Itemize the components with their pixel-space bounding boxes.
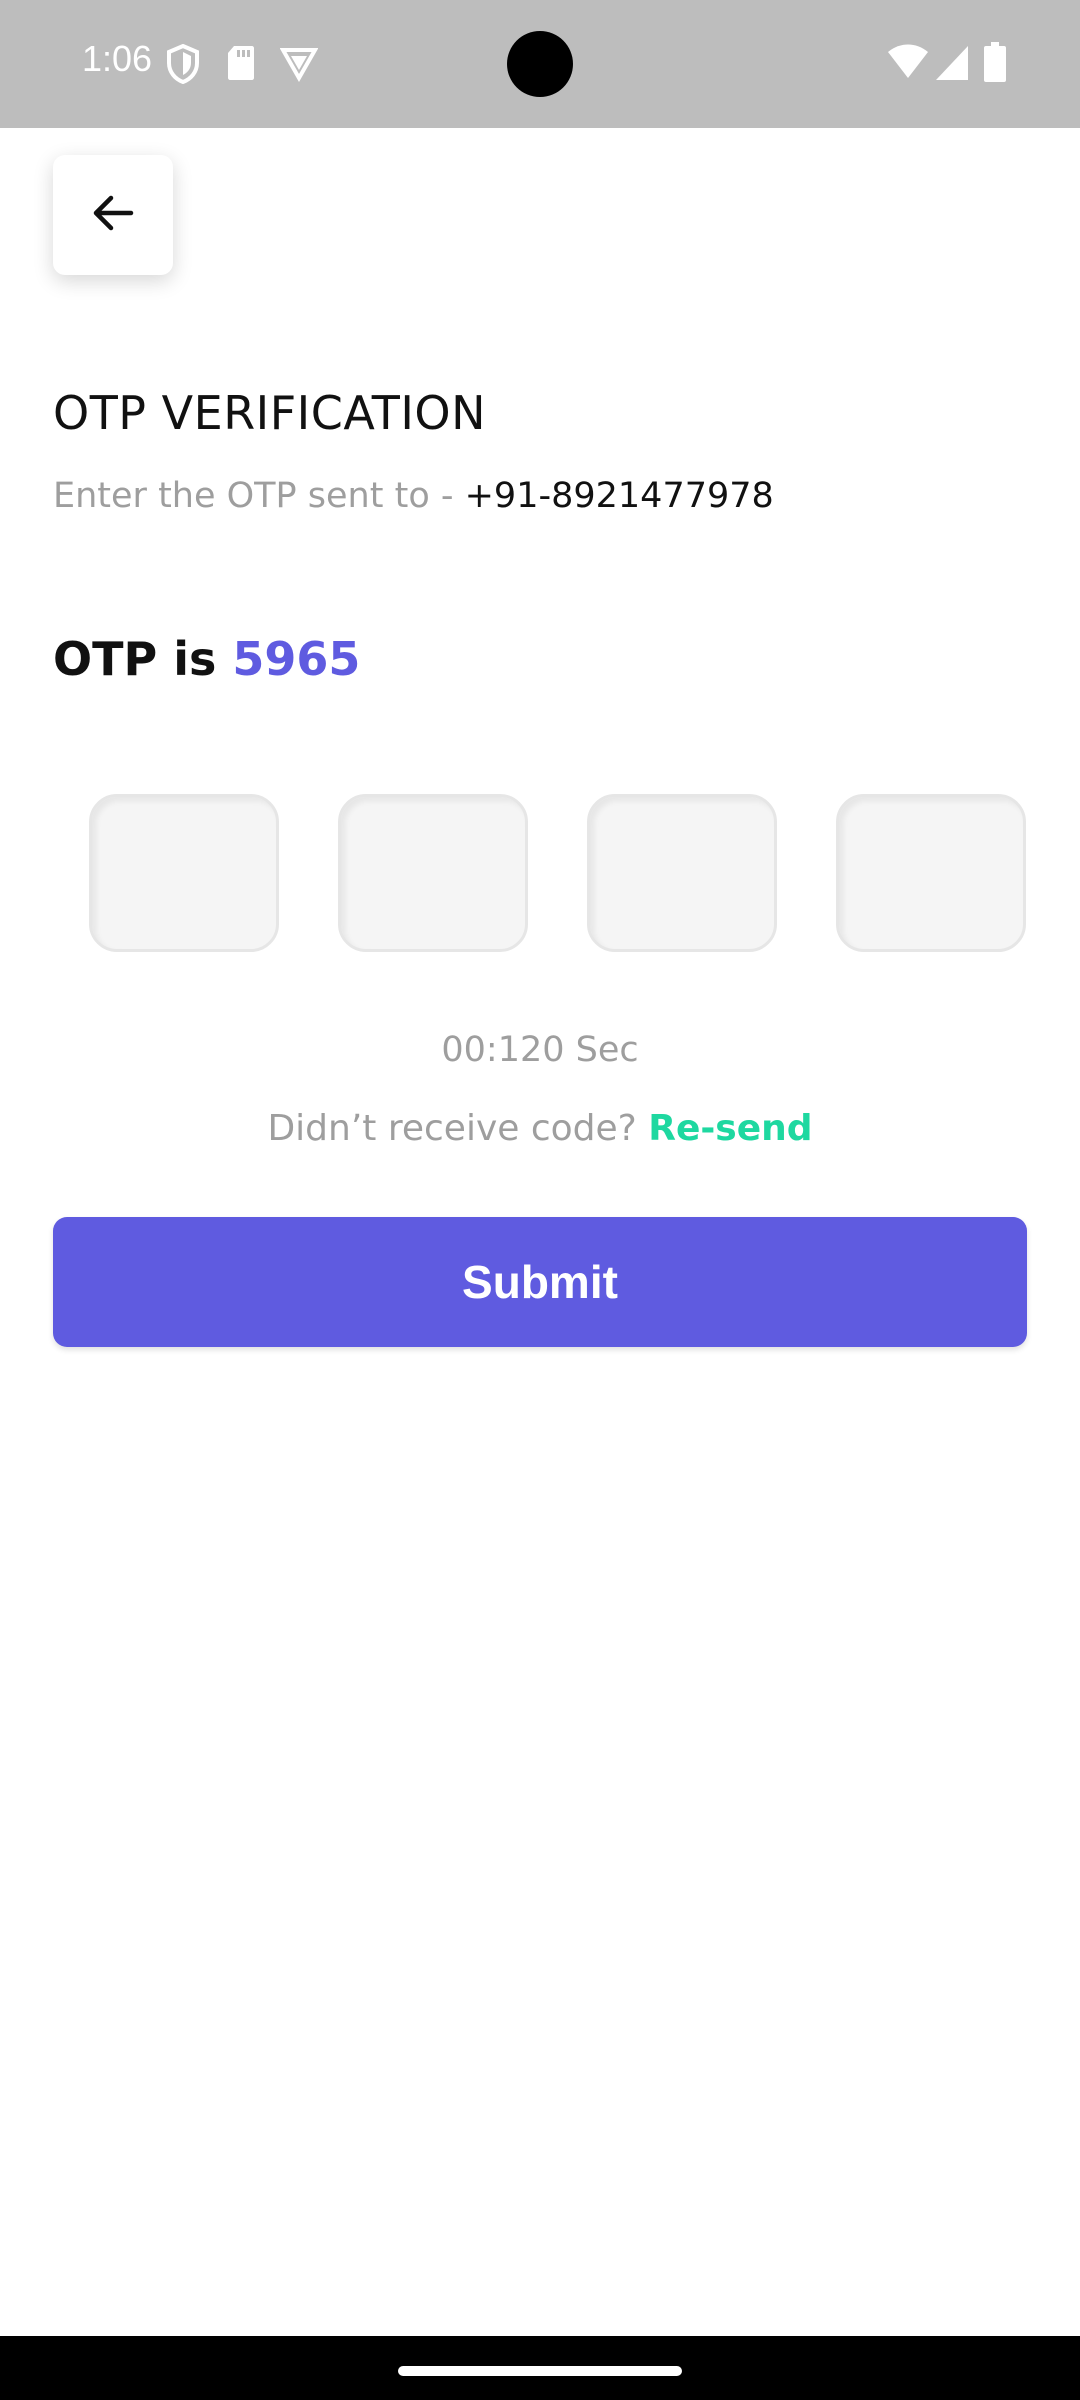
wifi-icon bbox=[888, 44, 928, 84]
submit-button[interactable]: Submit bbox=[53, 1217, 1027, 1347]
navigation-bar bbox=[0, 2336, 1080, 2400]
vpn-icon bbox=[279, 44, 319, 86]
camera-cutout bbox=[507, 31, 573, 97]
status-bar: 1:06 bbox=[0, 0, 1080, 128]
otp-hint-code: 5965 bbox=[232, 632, 361, 686]
countdown-timer: 00:120 Sec bbox=[441, 1030, 639, 1070]
resend-row: Didn’t receive code? Re-send bbox=[0, 1108, 1080, 1149]
page-title: OTP VERIFICATION bbox=[53, 386, 487, 440]
back-button[interactable] bbox=[53, 155, 173, 275]
otp-hint: OTP is 5965 bbox=[53, 632, 360, 686]
resend-link[interactable]: Re-send bbox=[648, 1108, 812, 1149]
otp-digit-4[interactable] bbox=[836, 794, 1026, 952]
resend-prompt: Didn’t receive code? bbox=[267, 1108, 649, 1149]
otp-digit-2[interactable] bbox=[338, 794, 528, 952]
phone-number: +91-8921477978 bbox=[464, 476, 774, 516]
shield-icon bbox=[166, 43, 200, 88]
sd-card-icon bbox=[226, 44, 256, 86]
otp-input-group bbox=[0, 794, 1080, 952]
home-gesture-handle[interactable] bbox=[398, 2366, 682, 2376]
arrow-left-icon bbox=[89, 189, 137, 241]
otp-hint-prefix: OTP is bbox=[53, 632, 233, 686]
status-time: 1:06 bbox=[82, 38, 153, 79]
battery-icon bbox=[984, 42, 1006, 86]
signal-icon bbox=[936, 46, 968, 84]
otp-digit-3[interactable] bbox=[587, 794, 777, 952]
subtitle-prefix: Enter the OTP sent to - bbox=[53, 476, 465, 516]
otp-digit-1[interactable] bbox=[89, 794, 279, 952]
otp-sent-to-text: Enter the OTP sent to - +91-8921477978 bbox=[53, 476, 774, 516]
